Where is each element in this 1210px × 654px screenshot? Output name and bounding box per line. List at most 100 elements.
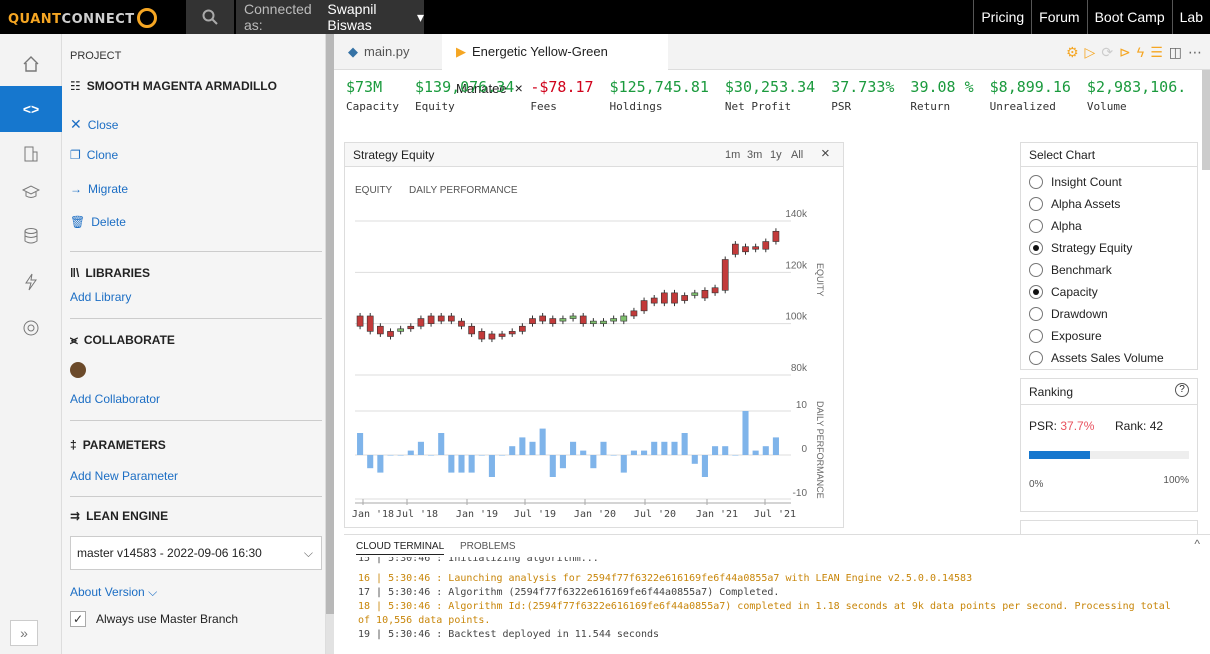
daily-bar (499, 455, 506, 456)
daily-bar (691, 455, 698, 464)
tab-backtest[interactable]: ▶ Energetic Yellow-Green Manatee × (442, 34, 668, 96)
live-deploy-icon[interactable]: ϟ (1137, 44, 1144, 61)
nav-lab[interactable]: Lab (1171, 0, 1210, 34)
split-view-icon[interactable]: ◫ (1169, 44, 1182, 61)
add-library-link[interactable]: Add Library (70, 290, 131, 304)
stat-3: $125,745.81 Holdings (610, 78, 709, 113)
nav-pricing[interactable]: Pricing (973, 0, 1031, 34)
delete-button[interactable]: 🗑 Delete (70, 215, 126, 229)
migrate-button[interactable]: → Migrate (70, 182, 128, 196)
terminal-line: 19 | 5:30:46 : Backtest deployed in 11.5… (358, 629, 660, 640)
nav-forum[interactable]: Forum (1031, 0, 1086, 34)
chart-tab-equity[interactable]: EQUITY (355, 185, 392, 196)
chart-option-benchmark[interactable]: Benchmark (1029, 263, 1112, 277)
radio-icon[interactable] (1029, 307, 1043, 321)
graduation-cap-icon[interactable] (0, 174, 62, 210)
collapse-terminal-icon[interactable]: ^ (1194, 537, 1200, 551)
radio-icon[interactable] (1029, 175, 1043, 189)
close-project-button[interactable]: ✕ Close (70, 116, 118, 133)
daily-bar (570, 441, 577, 455)
psr-progress-fill (1029, 451, 1090, 459)
close-chart-icon[interactable]: × (821, 145, 830, 162)
main-scrollbar[interactable] (1202, 70, 1210, 170)
radio-icon[interactable] (1029, 219, 1043, 233)
tab-cloud-terminal[interactable]: CLOUD TERMINAL (356, 541, 445, 555)
candle (671, 292, 678, 304)
candle (407, 325, 415, 330)
psr-readout: PSR: 37.7% (1029, 419, 1094, 433)
chart-option-capacity[interactable]: Capacity (1029, 285, 1098, 299)
help-icon[interactable]: ? (1175, 383, 1189, 397)
user-name: Swapnil Biswas (327, 1, 377, 33)
progress-max: 100% (1163, 475, 1189, 486)
daily-bar (732, 455, 739, 456)
sidebar-scrollbar[interactable] (326, 34, 334, 654)
chart-option-alpha[interactable]: Alpha (1029, 219, 1082, 233)
parameters-label: PARAMETERS (82, 438, 166, 452)
lifebuoy-icon[interactable] (0, 310, 62, 346)
expand-panel-button[interactable]: » (10, 620, 38, 646)
add-collaborator-link[interactable]: Add Collaborator (70, 392, 160, 406)
add-parameter-link[interactable]: Add New Parameter (70, 469, 178, 483)
nav-boot-camp[interactable]: Boot Camp (1086, 0, 1172, 34)
chart-option-alpha-assets[interactable]: Alpha Assets (1029, 197, 1120, 211)
radio-icon[interactable] (1029, 197, 1043, 211)
user-menu[interactable]: Connected as: Swapnil Biswas ▾ (236, 0, 424, 34)
lean-version-select[interactable]: master v14583 - 2022-09-06 16:30 ⌵ (70, 536, 322, 570)
debug-icon[interactable]: ⟳ (1101, 44, 1113, 61)
radio-icon[interactable] (1029, 241, 1043, 255)
quantconnect-logo[interactable]: QUANTCONNECT (8, 8, 157, 28)
daily-bar (641, 450, 648, 455)
chevron-down-icon: ▾ (416, 8, 424, 25)
chart-option-label: Strategy Equity (1051, 241, 1133, 255)
radio-icon[interactable] (1029, 285, 1043, 299)
radio-icon[interactable] (1029, 351, 1043, 365)
chart-option-exposure[interactable]: Exposure (1029, 329, 1102, 343)
top-nav: Pricing Forum Boot Camp Lab (973, 0, 1210, 34)
chart-option-strategy-equity[interactable]: Strategy Equity (1029, 241, 1132, 255)
daily-bar (651, 441, 658, 455)
menu-icon[interactable]: ☰ (1150, 44, 1163, 61)
stat-1: $139,076.34 Equity (415, 78, 514, 113)
sidebar-scroll-thumb[interactable] (326, 34, 334, 614)
building-icon[interactable] (0, 136, 62, 172)
candle (732, 243, 739, 255)
gear-icon[interactable]: ⚙ (1066, 44, 1079, 61)
optimize-icon[interactable]: ⊳ (1119, 44, 1131, 61)
chart-option-drawdown[interactable]: Drawdown (1029, 307, 1108, 321)
home-icon[interactable] (0, 46, 62, 82)
chart-option-assets-sales-volume[interactable]: Assets Sales Volume (1029, 351, 1164, 365)
always-master-checkbox[interactable]: ✓ (70, 611, 86, 627)
run-icon[interactable]: ▷ (1085, 44, 1096, 61)
candle (620, 315, 628, 322)
candle (711, 287, 719, 294)
avatar[interactable] (70, 362, 86, 378)
radio-icon[interactable] (1029, 329, 1043, 343)
psr-label: PSR: (1029, 419, 1058, 433)
about-version-link[interactable]: About Version ⌵ (70, 585, 157, 600)
tab-main-py[interactable]: ◆ main.py (334, 34, 442, 70)
stats-bar: $73M Capacity $139,076.34 Equity -$78.17 Fees… (346, 78, 1202, 113)
range-all[interactable]: All (791, 149, 803, 161)
libraries-section-title: ‖\ LIBRARIES (70, 266, 150, 280)
more-icon[interactable]: ⋯ (1188, 44, 1202, 61)
daily-bar (752, 450, 759, 455)
lightning-icon[interactable] (0, 264, 62, 300)
database-icon[interactable] (0, 218, 62, 254)
x-tick-label: Jul '21 (754, 509, 796, 520)
radio-icon[interactable] (1029, 263, 1043, 277)
range-1m[interactable]: 1m (725, 149, 740, 161)
y-tick-label: 120k (785, 260, 808, 271)
code-icon[interactable]: <> (0, 86, 62, 132)
daily-bar (661, 441, 668, 455)
range-3m[interactable]: 3m (747, 149, 762, 161)
tab-problems[interactable]: PROBLEMS (460, 541, 516, 552)
range-1y[interactable]: 1y (770, 149, 782, 161)
chevron-down-icon: ⌵ (303, 546, 313, 560)
x-tick-label: Jul '19 (514, 509, 556, 520)
chart-option-insight-count[interactable]: Insight Count (1029, 175, 1122, 189)
chart-tab-daily[interactable]: DAILY PERFORMANCE (409, 185, 518, 196)
clone-button[interactable]: ❐ Clone (70, 148, 118, 162)
terminal-panel: CLOUD TERMINAL PROBLEMS ^ 15 | 5:30:46 :… (344, 534, 1210, 654)
search-button[interactable] (186, 0, 234, 34)
